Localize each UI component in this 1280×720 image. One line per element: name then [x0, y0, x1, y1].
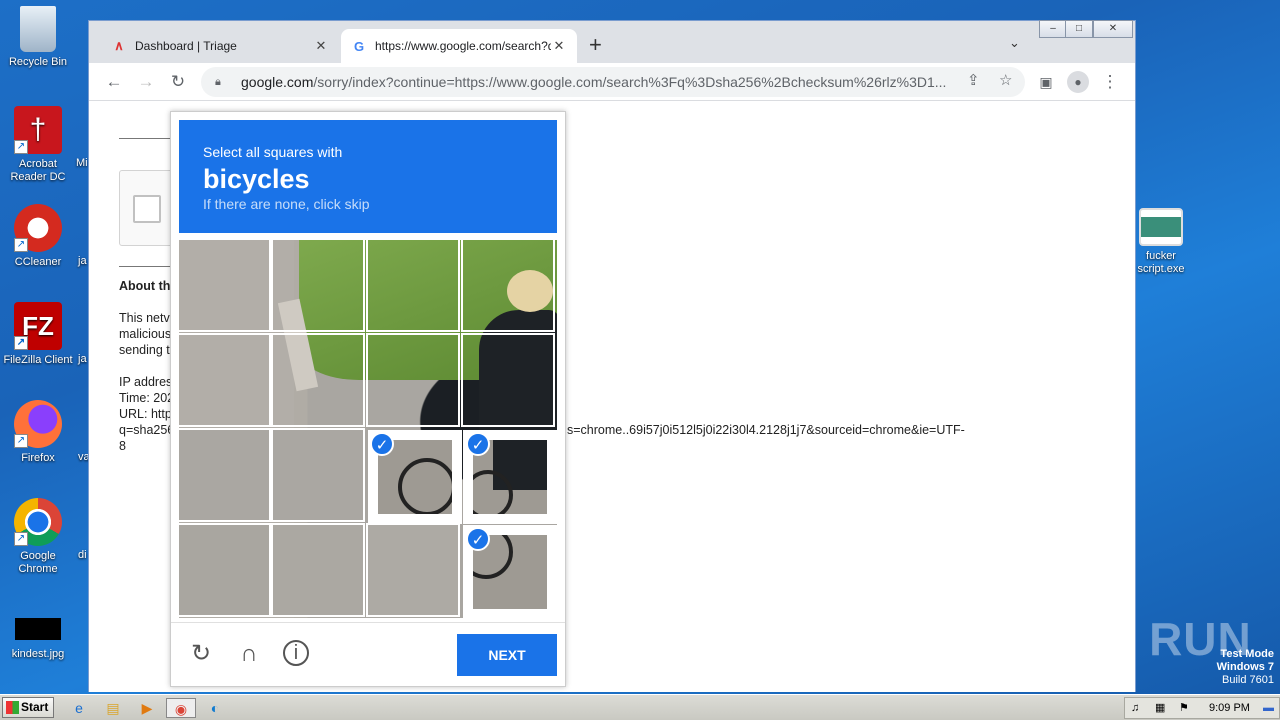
filezilla-icon: FZ ↗ [14, 302, 62, 350]
captcha-instruction-line: Select all squares with [203, 144, 343, 160]
ip-address-text: IP addres [119, 375, 173, 389]
audio-challenge-icon[interactable]: ∩ [235, 640, 263, 668]
media-player-taskbar-icon[interactable]: ▶ [136, 698, 158, 718]
captcha-tile[interactable] [366, 240, 460, 332]
tile-checkmark-icon: ✓ [466, 432, 490, 456]
ie-taskbar-icon[interactable]: e [68, 698, 90, 718]
profile-avatar-icon[interactable]: ● [1067, 71, 1089, 93]
tile-checkmark-icon: ✓ [370, 432, 394, 456]
partial-label: ja [78, 255, 87, 267]
body-text: malicious [119, 327, 172, 341]
google-favicon-icon: G [353, 38, 365, 54]
divider [119, 266, 173, 267]
info-icon[interactable]: i [283, 640, 309, 666]
captcha-tile[interactable] [366, 333, 460, 427]
captcha-tile[interactable] [461, 333, 555, 427]
system-tray: ♫ ▦ ⚑ 9:09 PM ▬ [1124, 697, 1280, 719]
action-center-flag-icon[interactable]: ⚑ [1179, 698, 1189, 718]
url-query-tail: s=chrome..69i57j0i512l5j0i22i30l4.2128j1… [567, 423, 965, 437]
body-text: This netv [119, 311, 170, 325]
chrome-icon: ↗ [14, 498, 62, 546]
url-text: URL: http [119, 407, 172, 421]
lock-icon: 🔒︎ [215, 75, 221, 88]
back-arrow-icon[interactable]: ← [103, 71, 125, 93]
divider [119, 138, 173, 139]
next-button[interactable]: NEXT [457, 634, 557, 676]
browser-toolbar: ← → ↻ 🔒︎ google.com/sorry/index?continue… [89, 63, 1135, 101]
captcha-challenge: Select all squares with bicycles If ther… [170, 111, 566, 687]
desktop-icon-ccleaner[interactable]: ↗ CCleaner [0, 204, 76, 269]
address-bar[interactable]: 🔒︎ google.com/sorry/index?continue=https… [201, 67, 1025, 97]
window-close-button[interactable]: ✕ [1093, 20, 1133, 38]
chrome-taskbar-icon[interactable]: ◉ [166, 698, 196, 718]
tab-strip: ∧ Dashboard | Triage ✕ G https://www.goo… [89, 20, 1135, 63]
ccleaner-icon: ↗ [14, 204, 62, 252]
test-mode-watermark: Test Mode Windows 7 Build 7601 [1216, 648, 1274, 686]
captcha-tile[interactable] [271, 240, 365, 332]
exe-file-icon [1139, 208, 1183, 246]
reload-challenge-icon[interactable]: ↻ [187, 640, 215, 668]
captcha-tile[interactable] [271, 428, 365, 522]
time-text: Time: 202 [119, 391, 175, 405]
tab-google-search[interactable]: G https://www.google.com/search?q= ✕ [341, 29, 577, 63]
captcha-target-word: bicycles [203, 164, 310, 194]
desktop-icon-firefox[interactable]: ↗ Firefox [0, 400, 76, 465]
url-query-text: q=sha256 [119, 423, 175, 437]
taskbar: Start e ▤ ▶ ◉ ◐ ♫ ▦ ⚑ 9:09 PM ▬ [0, 694, 1280, 720]
reload-icon[interactable]: ↻ [167, 71, 189, 93]
clock[interactable]: 9:09 PM [1209, 698, 1250, 718]
tab-triage[interactable]: ∧ Dashboard | Triage ✕ [101, 29, 339, 63]
about-heading: About th [119, 279, 171, 293]
side-panel-icon[interactable]: ▣ [1035, 71, 1057, 93]
captcha-tile[interactable] [179, 428, 271, 522]
menu-kebab-icon[interactable]: ⋮ [1099, 71, 1121, 93]
show-desktop-icon[interactable]: ▬ [1263, 698, 1274, 718]
captcha-tile[interactable] [271, 333, 365, 427]
body-text: sending t [119, 343, 170, 357]
tab-search-chevron-icon[interactable]: ⌄ [1009, 35, 1020, 51]
explorer-taskbar-icon[interactable]: ▤ [102, 698, 124, 718]
captcha-tile[interactable] [366, 523, 460, 617]
new-tab-button[interactable]: + [589, 34, 602, 56]
desktop-icon-acrobat[interactable]: † ↗ Acrobat Reader DC [0, 106, 76, 184]
url-query-tail: 8 [119, 439, 126, 453]
image-file-icon [15, 618, 61, 640]
captcha-tile[interactable] [461, 240, 555, 332]
close-tab-icon[interactable]: ✕ [313, 38, 329, 54]
desktop-icon-kindest[interactable]: kindest.jpg [0, 618, 76, 661]
windows-flag-icon [6, 701, 19, 714]
forward-arrow-icon[interactable]: → [135, 71, 157, 93]
address-url: google.com/sorry/index?continue=https://… [241, 74, 947, 90]
close-tab-icon[interactable]: ✕ [551, 38, 567, 54]
desktop-icon-chrome[interactable]: ↗ Google Chrome [0, 498, 76, 576]
partial-label: Mi [76, 157, 88, 169]
captcha-tile[interactable] [271, 523, 365, 617]
desktop-icon-filezilla[interactable]: FZ ↗ FileZilla Client [0, 302, 76, 367]
minimize-button[interactable]: – [1039, 20, 1067, 38]
recaptcha-checkbox[interactable] [133, 195, 161, 223]
captcha-tile[interactable] [179, 333, 271, 427]
bookmark-star-icon[interactable]: ☆ [999, 71, 1012, 89]
partial-label: ja [78, 353, 87, 365]
share-icon[interactable]: ⇪ [967, 71, 980, 89]
captcha-instructions: Select all squares with bicycles If ther… [179, 120, 557, 233]
edge-taskbar-icon[interactable]: ◐ [204, 698, 226, 718]
captcha-skip-hint: If there are none, click skip [203, 196, 370, 212]
bike-wheel [398, 458, 452, 514]
network-icon[interactable]: ▦ [1155, 698, 1165, 718]
start-button[interactable]: Start [2, 697, 54, 718]
tile-checkmark-icon: ✓ [466, 527, 490, 551]
captcha-tile[interactable] [179, 523, 271, 617]
captcha-footer-divider [171, 622, 565, 623]
acrobat-icon: † ↗ [14, 106, 62, 154]
partial-label: di [78, 549, 87, 561]
captcha-tile[interactable] [179, 240, 271, 332]
recycle-bin-icon [20, 6, 56, 52]
desktop-icon-recycle-bin[interactable]: Recycle Bin [0, 6, 76, 69]
captcha-image-grid: ✓ ✓ ✓ [179, 240, 557, 618]
firefox-icon: ↗ [14, 400, 62, 448]
maximize-button[interactable]: □ [1065, 20, 1093, 38]
volume-icon[interactable]: ♫ [1131, 698, 1139, 718]
triage-favicon-icon: ∧ [114, 38, 124, 53]
